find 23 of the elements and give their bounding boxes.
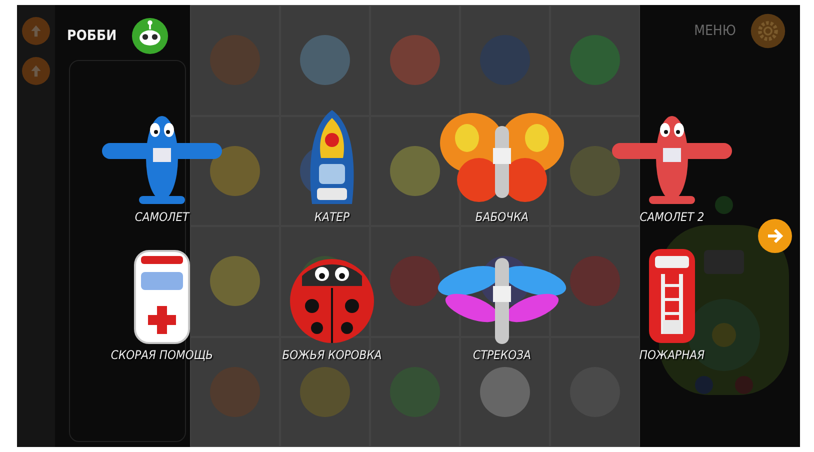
character-option[interactable]: КАТЕР — [247, 108, 417, 224]
up-arrow-button[interactable] — [22, 17, 50, 45]
character-option[interactable]: САМОЛЕТ 2 — [587, 108, 757, 224]
menu-label: МЕНЮ — [694, 23, 736, 39]
character-name: КАТЕР — [314, 210, 350, 224]
character-name: СКОРАЯ ПОМОЩЬ — [110, 348, 214, 362]
character-name: ПОЖАРНАЯ — [639, 348, 705, 362]
character-option[interactable]: СТРЕКОЗА — [417, 246, 587, 362]
character-option[interactable]: ПОЖАРНАЯ — [587, 246, 757, 362]
robot-icon[interactable] — [130, 17, 169, 55]
player-name: РОББИ — [67, 28, 117, 44]
character-option[interactable]: СКОРАЯ ПОМОЩЬ — [77, 246, 247, 362]
right-arrow-icon — [765, 226, 785, 246]
character-name: СТРЕКОЗА — [473, 348, 531, 362]
character-name: БОЖЬЯ КОРОВКА — [282, 348, 382, 362]
character-option[interactable]: БОЖЬЯ КОРОВКА — [247, 246, 417, 362]
character-name: САМОЛЕТ — [134, 210, 190, 224]
settings-icon[interactable] — [750, 13, 786, 49]
character-option[interactable]: БАБОЧКА — [417, 108, 587, 224]
character-name: БАБОЧКА — [475, 210, 529, 224]
character-name: САМОЛЕТ 2 — [640, 210, 704, 224]
character-option[interactable]: САМОЛЕТ — [77, 108, 247, 224]
up-arrow-button[interactable] — [22, 57, 50, 85]
